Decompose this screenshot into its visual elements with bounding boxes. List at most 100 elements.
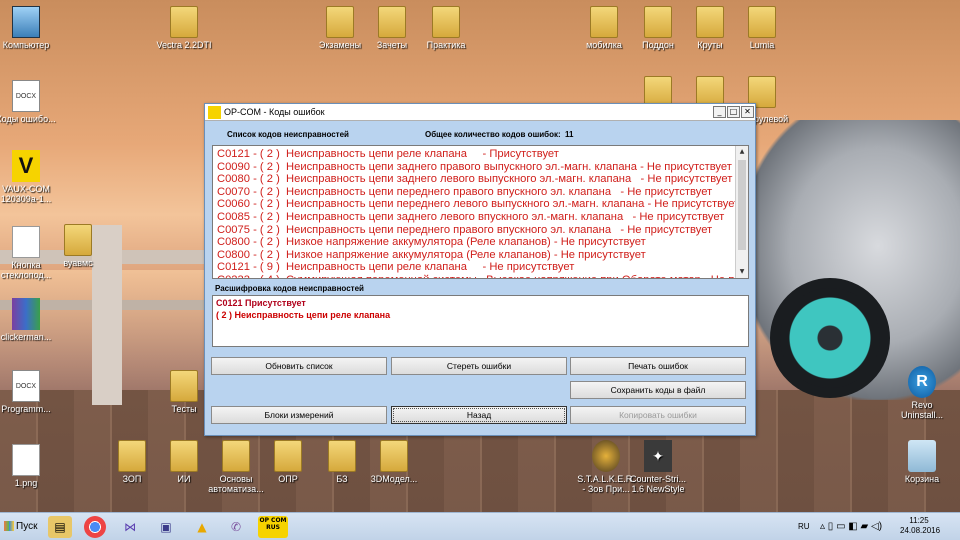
close-button[interactable]: ✕ — [741, 106, 754, 118]
explorer-icon[interactable]: ▤ — [48, 516, 72, 538]
fault-row[interactable]: C0090 - ( 2 ) Неисправность цепи заднего… — [217, 161, 748, 174]
radiation-icon — [592, 440, 620, 472]
fault-row[interactable]: C0233 - ( 4 ) Суммирующая переменной сис… — [217, 274, 748, 278]
opcom-taskbar-icon[interactable]: OP COM RUS — [258, 516, 288, 538]
folder-icon — [170, 370, 198, 402]
desktop-icon-zop[interactable]: ЗОП — [102, 440, 162, 484]
desktop-icon-vaux-com[interactable]: V VAUX-COM 120309a-1... — [0, 150, 56, 204]
docx-icon: DOCX — [12, 370, 40, 402]
desktop-icon-recycle-bin[interactable]: Корзина — [892, 440, 952, 484]
computer-icon — [12, 6, 40, 38]
save-app-icon[interactable]: ▣ — [154, 516, 178, 538]
folder-icon — [590, 6, 618, 38]
folder-icon — [118, 440, 146, 472]
desktop-icon-error-codes[interactable]: DOCX Коды ошибо... — [0, 80, 56, 124]
desktop-icon-computer[interactable]: Компьютер — [0, 6, 56, 50]
window-title: OP-COM - Коды ошибок — [224, 107, 325, 117]
decode-label: Расшифровка кодов неисправностей — [215, 284, 364, 293]
folder-icon — [326, 6, 354, 38]
folder-icon — [274, 440, 302, 472]
taskbar: Пуск ▤ ⋈ ▣ ▲ ✆ OP COM RUS RU ▵ ▯ ▭ ◧ ▰ ◁… — [0, 512, 960, 540]
visual-studio-icon[interactable]: ⋈ — [118, 516, 142, 538]
desktop-icon-ii[interactable]: ИИ — [154, 440, 214, 484]
fault-list-label: Список кодов неисправностей — [227, 130, 349, 139]
language-indicator[interactable]: RU — [798, 513, 810, 540]
desktop-icon-stalker[interactable]: S.T.A.L.K.E.R. - Зов При... — [576, 440, 636, 494]
recycle-bin-icon — [908, 440, 936, 472]
scroll-down-icon[interactable]: ▼ — [736, 266, 748, 278]
clock-date: 24.08.2016 — [900, 526, 941, 535]
fault-row[interactable]: C0800 - ( 2 ) Низкое напряжение аккумуля… — [217, 236, 748, 249]
erase-errors-button[interactable]: Стереть ошибки — [391, 357, 567, 375]
opcom-error-codes-window: OP-COM - Коды ошибок _ □ ✕ Список кодов … — [204, 103, 756, 436]
image-file-icon — [12, 226, 40, 258]
fault-row[interactable]: C0075 - ( 2 ) Неисправность цепи передне… — [217, 224, 748, 237]
desktop-icon-mobilka[interactable]: мобилка — [574, 6, 634, 50]
print-errors-button[interactable]: Печать ошибок — [570, 357, 746, 375]
save-codes-button[interactable]: Сохранить коды в файл — [570, 381, 746, 399]
scroll-up-icon[interactable]: ▲ — [736, 146, 748, 158]
tray-icons[interactable]: ▵ ▯ ▭ ◧ ▰ ◁) — [820, 513, 882, 540]
fault-rows: C0121 - ( 2 ) Неисправность цепи реле кл… — [213, 146, 748, 278]
fault-list-scrollbar[interactable]: ▲ ▼ — [735, 146, 748, 278]
viber-icon[interactable]: ✆ — [224, 516, 248, 538]
folder-icon — [328, 440, 356, 472]
fault-row[interactable]: C0080 - ( 2 ) Неисправность цепи заднего… — [217, 173, 748, 186]
wallpaper-wheel — [770, 278, 890, 398]
archive-app-icon[interactable]: ▲ — [190, 516, 214, 538]
fault-row[interactable]: C0800 - ( 2 ) Низкое напряжение аккумуля… — [217, 249, 748, 262]
desktop-icon-3dmodel[interactable]: 3DМодел... — [364, 440, 424, 484]
copy-errors-button: Копировать ошибки — [570, 406, 746, 424]
decode-box: C0121 Присутствует ( 2 ) Неисправность ц… — [212, 295, 749, 347]
desktop-icon-bz[interactable]: БЗ — [312, 440, 372, 484]
start-button[interactable]: Пуск — [2, 516, 40, 538]
desktop-icon-poddon[interactable]: Поддон — [628, 6, 688, 50]
clock-time: 11:25 — [909, 516, 929, 525]
minimize-button[interactable]: _ — [713, 106, 726, 118]
image-file-icon — [12, 444, 40, 476]
folder-icon — [64, 224, 92, 256]
fault-row[interactable]: C0121 - ( 9 ) Неисправность цепи реле кл… — [217, 261, 748, 274]
desktop-icon-clickerman[interactable]: clickerman... — [0, 298, 56, 342]
opcom-logo-icon — [208, 105, 221, 119]
desktop-icon-praktika[interactable]: Практика — [416, 6, 476, 50]
desktop-icon-lumia[interactable]: Lumia — [732, 6, 792, 50]
folder-icon — [378, 6, 406, 38]
rar-archive-icon — [12, 298, 40, 330]
window-titlebar[interactable]: OP-COM - Коды ошибок _ □ ✕ — [205, 104, 755, 121]
desktop-icon-vectra[interactable]: Vectra 2.2DTI — [154, 6, 214, 50]
fault-code-list[interactable]: C0121 - ( 2 ) Неисправность цепи реле кл… — [212, 145, 749, 279]
folder-icon — [222, 440, 250, 472]
maximize-button[interactable]: □ — [727, 106, 740, 118]
fault-row[interactable]: C0085 - ( 2 ) Неисправность цепи заднего… — [217, 211, 748, 224]
clock[interactable]: 11:25 24.08.2016 — [900, 516, 941, 540]
desktop-icon-1png[interactable]: 1.png — [0, 444, 56, 488]
chrome-icon[interactable] — [84, 516, 106, 538]
desktop-icon-ekzameny[interactable]: Экзамены — [310, 6, 370, 50]
refresh-list-button[interactable]: Обновить список — [211, 357, 387, 375]
fault-row[interactable]: C0070 - ( 2 ) Неисправность цепи передне… — [217, 186, 748, 199]
revo-uninstaller-icon: R — [908, 366, 936, 398]
scroll-thumb[interactable] — [738, 160, 746, 250]
desktop-icon-osnovy[interactable]: Основы автоматиза... — [206, 440, 266, 494]
folder-icon — [170, 6, 198, 38]
docx-icon: DOCX — [12, 80, 40, 112]
desktop-icon-opr[interactable]: ОПР — [258, 440, 318, 484]
decode-line-1: C0121 Присутствует — [216, 298, 306, 308]
desktop-icon-revo[interactable]: R Revo Uninstall... — [892, 366, 952, 420]
counter-strike-icon: ✦ — [644, 440, 672, 472]
folder-icon — [170, 440, 198, 472]
measurement-blocks-button[interactable]: Блоки измерений — [211, 406, 387, 424]
vaux-icon: V — [12, 150, 40, 182]
desktop-icon-counter-strike[interactable]: ✦ Counter-Stri... 1.6 NewStyle — [628, 440, 688, 494]
desktop-icon-programm[interactable]: DOCX Programm... — [0, 370, 56, 414]
folder-icon — [432, 6, 460, 38]
folder-icon — [380, 440, 408, 472]
fault-row[interactable]: C0060 - ( 2 ) Неисправность цепи передне… — [217, 198, 748, 211]
desktop-icon-vuavms[interactable]: вуавмс — [48, 224, 108, 268]
desktop-icon-kruty[interactable]: Круты — [680, 6, 740, 50]
decode-line-2: ( 2 ) Неисправность цепи реле клапана — [216, 310, 391, 320]
desktop-icon-zachety[interactable]: Зачеты — [362, 6, 422, 50]
back-button[interactable]: Назад — [391, 406, 567, 424]
fault-row[interactable]: C0121 - ( 2 ) Неисправность цепи реле кл… — [217, 148, 748, 161]
